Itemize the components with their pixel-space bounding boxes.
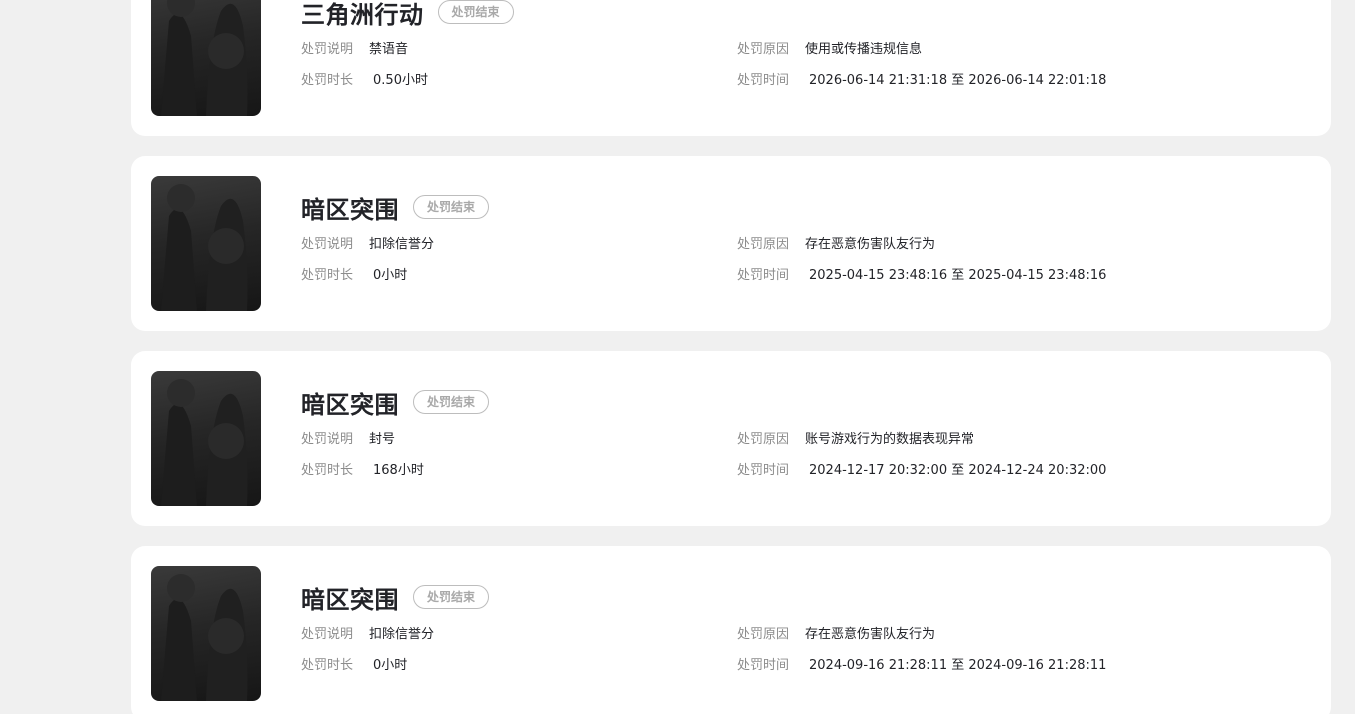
penalty-reason: 处罚原因 存在恶意伤害队友行为 (737, 236, 935, 254)
game-cover-image (151, 371, 261, 506)
reason-value: 存在恶意伤害队友行为 (805, 627, 936, 642)
description-label: 处罚说明 (301, 237, 354, 252)
time-label: 处罚时间 (737, 658, 790, 673)
penalty-time: 处罚时间 2024-09-16 21:28:11 至 2024-09-16 21:… (737, 657, 1106, 675)
duration-value: 0小时 (373, 268, 408, 283)
penalty-time: 处罚时间 2026-06-14 21:31:18 至 2026-06-14 22:… (737, 72, 1106, 90)
game-title: 暗区突围 (301, 390, 399, 419)
time-label: 处罚时间 (737, 268, 790, 283)
description-value: 扣除信誉分 (369, 237, 435, 252)
time-value: 2026-06-14 21:31:18 至 2026-06-14 22:01:1… (809, 73, 1107, 88)
status-badge: 处罚结束 (413, 195, 490, 219)
status-badge: 处罚结束 (413, 585, 490, 609)
game-cover-image (151, 176, 261, 311)
game-title: 暗区突围 (301, 585, 399, 614)
duration-label: 处罚时长 (301, 658, 354, 673)
penalty-record-card: 暗区突围 处罚结束 处罚说明 封号 处罚时长 168小时 处罚原因 账号游戏行为的数据… (131, 351, 1331, 526)
status-badge: 处罚结束 (413, 390, 490, 414)
penalty-duration: 处罚时长 0小时 (301, 267, 407, 285)
status-badge: 处罚结束 (437, 0, 514, 24)
penalty-time: 处罚时间 2024-12-17 20:32:00 至 2024-12-24 20:… (737, 462, 1106, 480)
penalty-record-list: 三角洲行动 处罚结束 处罚说明 禁语音 处罚时长 0.50小时 处罚原因 使用或传播违… (0, 0, 1355, 714)
reason-label: 处罚原因 (737, 432, 790, 447)
penalty-description: 处罚说明 封号 (301, 431, 395, 449)
penalty-description: 处罚说明 扣除信誉分 (301, 626, 434, 644)
penalty-record-card: 暗区突围 处罚结束 处罚说明 扣除信誉分 处罚时长 0小时 处罚原因 存在恶意伤害队友… (131, 546, 1331, 714)
penalty-time: 处罚时间 2025-04-15 23:48:16 至 2025-04-15 23:… (737, 267, 1106, 285)
game-title: 暗区突围 (301, 195, 399, 224)
penalty-duration: 处罚时长 0.50小时 (301, 72, 428, 90)
time-label: 处罚时间 (737, 73, 790, 88)
penalty-duration: 处罚时长 168小时 (301, 462, 424, 480)
duration-value: 0小时 (373, 658, 408, 673)
game-cover-image (151, 566, 261, 701)
reason-value: 存在恶意伤害队友行为 (805, 237, 936, 252)
reason-label: 处罚原因 (737, 42, 790, 57)
description-label: 处罚说明 (301, 432, 354, 447)
time-value: 2024-12-17 20:32:00 至 2024-12-24 20:32:0… (809, 463, 1107, 478)
game-cover-image (151, 0, 261, 116)
duration-label: 处罚时长 (301, 463, 354, 478)
description-value: 封号 (369, 432, 396, 447)
penalty-record-card: 暗区突围 处罚结束 处罚说明 扣除信誉分 处罚时长 0小时 处罚原因 存在恶意伤害队友… (131, 156, 1331, 331)
time-value: 2025-04-15 23:48:16 至 2025-04-15 23:48:1… (809, 268, 1107, 283)
time-label: 处罚时间 (737, 463, 790, 478)
reason-label: 处罚原因 (737, 627, 790, 642)
penalty-description: 处罚说明 禁语音 (301, 41, 408, 59)
duration-value: 168小时 (373, 463, 424, 478)
duration-label: 处罚时长 (301, 73, 354, 88)
reason-label: 处罚原因 (737, 237, 790, 252)
description-label: 处罚说明 (301, 42, 354, 57)
duration-value: 0.50小时 (373, 73, 428, 88)
penalty-record-card: 三角洲行动 处罚结束 处罚说明 禁语音 处罚时长 0.50小时 处罚原因 使用或传播违… (131, 0, 1331, 136)
penalty-description: 处罚说明 扣除信誉分 (301, 236, 434, 254)
time-value: 2024-09-16 21:28:11 至 2024-09-16 21:28:1… (809, 658, 1107, 673)
penalty-reason: 处罚原因 账号游戏行为的数据表现异常 (737, 431, 974, 449)
penalty-duration: 处罚时长 0小时 (301, 657, 407, 675)
description-value: 扣除信誉分 (369, 627, 435, 642)
description-value: 禁语音 (369, 42, 409, 57)
description-label: 处罚说明 (301, 627, 354, 642)
duration-label: 处罚时长 (301, 268, 354, 283)
reason-value: 使用或传播违规信息 (805, 42, 923, 57)
penalty-reason: 处罚原因 存在恶意伤害队友行为 (737, 626, 935, 644)
game-title: 三角洲行动 (301, 0, 424, 29)
penalty-reason: 处罚原因 使用或传播违规信息 (737, 41, 922, 59)
reason-value: 账号游戏行为的数据表现异常 (805, 432, 975, 447)
